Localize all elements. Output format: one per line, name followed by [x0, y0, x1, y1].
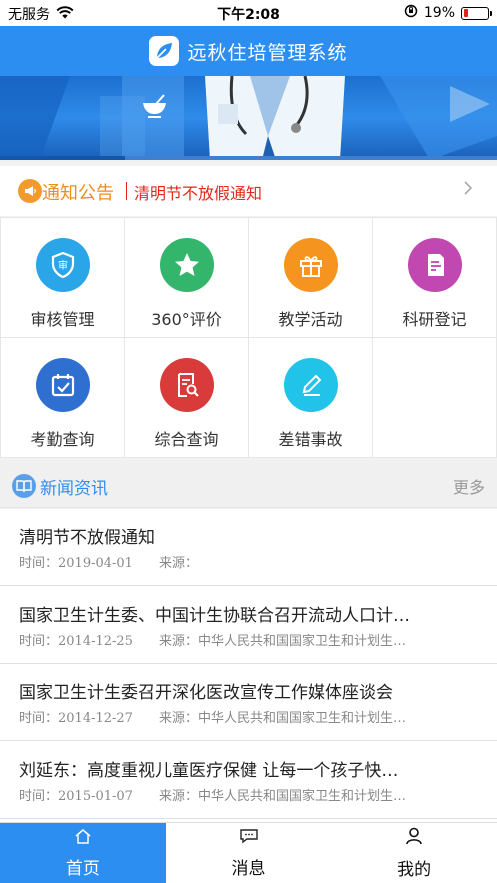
notice-divider — [126, 182, 127, 200]
calendar-check-icon — [35, 358, 90, 412]
grid-item-label: 差错事故 — [278, 430, 343, 449]
home-icon — [74, 828, 92, 848]
tab-home[interactable]: 首页 — [0, 823, 166, 883]
shield-check-icon: 审 — [35, 238, 90, 292]
star-icon — [159, 238, 214, 292]
grid-item-label: 教学活动 — [278, 310, 343, 329]
tab-profile[interactable]: 我的 — [331, 823, 497, 883]
news-item[interactable]: 国家卫生计生委、中国计生协联合召开流动人口计… 时间：2014-12-25 来源… — [0, 587, 497, 664]
grid-item-label: 360°评价 — [151, 310, 222, 329]
battery-icon — [461, 6, 492, 20]
news-item-title: 清明节不放假通知 — [19, 528, 155, 548]
doctor-illustration — [205, 76, 345, 160]
status-bar: 无服务 下午2:08 19% — [0, 0, 497, 26]
news-more-link[interactable]: 更多 — [453, 474, 485, 498]
banner-indicator — [0, 156, 497, 160]
gift-icon — [283, 238, 338, 292]
grid-item-teaching[interactable]: 教学活动 — [249, 218, 372, 337]
book-icon — [12, 474, 36, 498]
chevron-right-icon[interactable] — [463, 180, 473, 201]
svg-text:审: 审 — [58, 259, 68, 272]
app-header: 远秋住培管理系统 — [0, 26, 497, 76]
function-grid: 审 审核管理 360°评价 教学活动 科研登记 考勤查询 综合查询 差错事故 — [0, 217, 497, 458]
news-section-header: 新闻资讯 更多 — [0, 460, 497, 508]
search-document-icon — [159, 358, 214, 412]
news-item-date: 时间：2014-12-25 — [19, 634, 133, 649]
grid-item-label: 审核管理 — [30, 310, 95, 329]
grid-item-audit[interactable]: 审 审核管理 — [1, 218, 124, 337]
grid-item-evaluation[interactable]: 360°评价 — [125, 218, 248, 337]
news-item[interactable]: 刘延东：高度重视儿童医疗保健 让每一个孩子快… 时间：2015-01-07 来源… — [0, 742, 497, 819]
tab-messages[interactable]: 消息 — [166, 823, 332, 883]
grid-item-errors[interactable]: 差错事故 — [249, 338, 372, 457]
news-item-title: 刘延东：高度重视儿童医疗保健 让每一个孩子快… — [19, 761, 399, 781]
news-item-source: 来源：中华人民共和国国家卫生和计划生… — [159, 711, 407, 726]
status-right: 19% — [404, 4, 492, 22]
news-item-date: 时间：2014-12-27 — [19, 711, 133, 726]
grid-item-empty — [373, 338, 496, 457]
grid-item-attendance[interactable]: 考勤查询 — [1, 338, 124, 457]
banner-carousel[interactable] — [0, 76, 497, 160]
tab-bar: 首页 消息 我的 — [0, 822, 497, 883]
battery-level — [463, 9, 468, 17]
news-item[interactable]: 国家卫生计生委召开深化医改宣传工作媒体座谈会 时间：2014-12-27 来源：… — [0, 664, 497, 741]
pencil-icon — [283, 358, 338, 412]
battery-percent: 19% — [423, 5, 455, 21]
banner-image — [0, 76, 497, 160]
news-item[interactable]: 清明节不放假通知 时间：2019-04-01 来源： — [0, 509, 497, 586]
grid-item-label: 科研登记 — [402, 310, 467, 329]
grid-item-query[interactable]: 综合查询 — [125, 338, 248, 457]
app-title: 远秋住培管理系统 — [187, 41, 348, 64]
tab-label: 消息 — [231, 858, 266, 879]
news-list: 清明节不放假通知 时间：2019-04-01 来源： 国家卫生计生委、中国计生协… — [0, 509, 497, 822]
news-item-date: 时间：2015-01-07 — [19, 789, 133, 804]
news-item-title: 国家卫生计生委、中国计生协联合召开流动人口计… — [19, 606, 410, 626]
megaphone-icon — [18, 179, 42, 203]
notice-text[interactable]: 清明节不放假通知 — [134, 180, 262, 204]
notice-bar[interactable]: 通知公告 清明节不放假通知 — [0, 166, 497, 216]
notice-label: 通知公告 — [42, 183, 114, 204]
user-icon — [405, 827, 423, 849]
tab-label: 首页 — [65, 858, 100, 879]
news-item-date: 时间：2019-04-01 — [19, 556, 133, 571]
news-item-source: 来源：中华人民共和国国家卫生和计划生… — [159, 789, 407, 804]
leaf-icon — [149, 36, 180, 66]
message-icon — [239, 828, 259, 848]
tab-label: 我的 — [397, 859, 432, 880]
grid-item-research[interactable]: 科研登记 — [373, 218, 496, 337]
document-edit-icon — [407, 238, 462, 292]
grid-item-label: 综合查询 — [154, 430, 219, 449]
banner-indicator-thumb — [0, 156, 125, 160]
rotation-lock-icon — [404, 4, 418, 22]
news-item-title: 国家卫生计生委召开深化医改宣传工作媒体座谈会 — [19, 683, 393, 703]
grid-item-label: 考勤查询 — [30, 430, 95, 449]
news-item-source: 来源：中华人民共和国国家卫生和计划生… — [159, 634, 407, 649]
news-section-title: 新闻资讯 — [40, 479, 108, 499]
news-item-source: 来源： — [159, 556, 199, 571]
